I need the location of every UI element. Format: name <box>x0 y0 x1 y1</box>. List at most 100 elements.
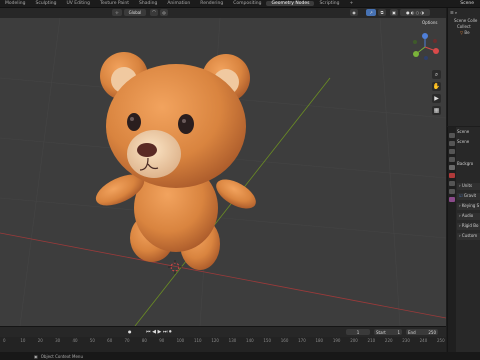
timeline-header: ● ⏮ ◀ ▶ ⏭ ⏺ 1 Start 1 End 250 <box>0 327 446 337</box>
ruler-tick-label: 50 <box>89 338 95 343</box>
world-tab-icon[interactable] <box>449 173 455 178</box>
frame-ruler[interactable]: 0 10 20 30 40 50 60 70 80 90 100 110 120 130 140 150 160… <box>0 338 446 346</box>
end-label: End <box>408 329 416 335</box>
units-section[interactable]: › Units <box>457 183 480 190</box>
background-label: Backgro <box>457 161 474 166</box>
ruler-tick-label: 30 <box>55 338 61 343</box>
ruler-tick-label: 0 <box>3 338 6 343</box>
ruler-tick-label: 220 <box>384 338 393 343</box>
ruler-tick-label: 180 <box>315 338 324 343</box>
section-label: Units <box>461 183 473 188</box>
ruler-tick-label: 130 <box>228 338 237 343</box>
viewport-scene <box>0 18 446 326</box>
teddy-bear-model[interactable] <box>91 52 260 270</box>
output-tab-icon[interactable] <box>449 149 455 154</box>
object-tab-icon[interactable] <box>449 189 455 194</box>
scene-row[interactable]: Scene <box>457 139 480 146</box>
ruler-tick-label: 90 <box>159 338 165 343</box>
properties-header-label: Scene <box>457 129 470 134</box>
orientation-label: Global <box>128 10 142 15</box>
ruler-tick-label: 250 <box>437 338 445 343</box>
xray-icon[interactable]: ▣ <box>390 9 398 16</box>
tab-rendering[interactable]: Rendering <box>195 1 228 6</box>
tab-animation[interactable]: Animation <box>162 1 195 6</box>
3d-viewport[interactable]: Options ⌕ ✋ ▶ ▦ <box>0 18 446 326</box>
section-label: Gravit <box>463 193 477 198</box>
outliner-item-scene-collection[interactable]: Scene Colle <box>454 18 477 23</box>
ruler-tick-label: 150 <box>263 338 272 343</box>
tab-compositing[interactable]: Compositing <box>228 1 266 6</box>
scene-selector[interactable]: Scene <box>460 1 480 6</box>
gizmo-toggle-icon[interactable]: ↗ <box>366 9 376 16</box>
camera-view-icon[interactable]: ▶ <box>432 94 441 103</box>
mesh-icon: ▽ <box>460 30 464 35</box>
mouse-right-icon: ▣ <box>34 353 38 359</box>
section-label: Rigid Bo <box>461 223 479 228</box>
visibility-icon[interactable]: ◉ <box>350 9 358 16</box>
scene-tab-icon[interactable] <box>449 165 455 170</box>
ruler-tick-label: 190 <box>332 338 341 343</box>
outliner-item-bear[interactable]: ▽ Be <box>460 30 470 35</box>
ruler-tick-label: 200 <box>350 338 358 343</box>
playback-controls[interactable]: ⏮ ◀ ▶ ⏭ ⏺ <box>146 329 172 335</box>
start-frame-field[interactable]: Start 1 <box>374 329 402 335</box>
options-dropdown[interactable]: Options <box>422 20 437 25</box>
ruler-tick-label: 230 <box>402 338 410 343</box>
outliner-item-label: Scene Colle <box>454 18 478 23</box>
custom-properties-section[interactable]: › Custom <box>457 233 480 240</box>
transform-pivot-icon[interactable]: ⊹ <box>112 9 122 16</box>
tab-sculpting[interactable]: Sculpting <box>30 1 61 6</box>
start-label: Start <box>376 329 386 335</box>
view-layer-tab-icon[interactable] <box>449 157 455 162</box>
workspace-tabs-bar: Modeling Sculpting UV Editing Texture Pa… <box>0 0 480 8</box>
snap-icon[interactable]: ⌒ <box>150 9 158 16</box>
ruler-tick-label: 60 <box>107 338 113 343</box>
keying-sets-section[interactable]: › Keying S <box>457 203 480 210</box>
ruler-tick-label: 210 <box>367 338 376 343</box>
section-label: Audio <box>461 213 474 218</box>
gravity-section[interactable]: ☑ Gravit <box>457 193 480 200</box>
transform-orientation-dropdown[interactable]: Global <box>124 9 146 16</box>
rigid-body-section[interactable]: › Rigid Bo <box>457 223 480 230</box>
shading-mode-icons[interactable]: ● ◐ ○ ◑ <box>400 9 430 16</box>
tab-shading[interactable]: Shading <box>134 1 162 6</box>
properties-header: Scene <box>457 129 480 136</box>
checkbox-icon[interactable]: ☑ <box>459 193 463 198</box>
tab-geometry-nodes[interactable]: Geometry Nodes <box>266 1 315 6</box>
modifier-tab-icon[interactable] <box>449 197 455 202</box>
ruler-tick-label: 40 <box>72 338 78 343</box>
add-workspace-button[interactable]: + <box>344 1 358 6</box>
tab-texture-paint[interactable]: Texture Paint <box>95 1 134 6</box>
outliner-item-collection[interactable]: Collect <box>457 24 471 29</box>
outliner-filter-icon[interactable]: ☰ ⌕ <box>450 10 457 15</box>
overlay-icon[interactable]: ⧉ <box>378 9 386 16</box>
collection-tab-icon[interactable] <box>449 181 455 186</box>
proportional-edit-icon[interactable]: ◎ <box>160 9 168 16</box>
tab-scripting[interactable]: Scripting <box>314 1 344 6</box>
properties-tabs <box>448 127 456 360</box>
perspective-grid-icon[interactable]: ▦ <box>432 106 441 115</box>
end-value: 250 <box>428 329 436 335</box>
tab-uv-editing[interactable]: UV Editing <box>62 1 95 6</box>
start-value: 1 <box>397 329 400 335</box>
3d-cursor[interactable] <box>168 260 182 274</box>
scene-row-label: Scene <box>457 139 470 144</box>
pan-hand-icon[interactable]: ✋ <box>432 82 441 91</box>
navigation-gizmo[interactable] <box>410 32 440 62</box>
record-button[interactable]: ● <box>128 329 132 334</box>
end-frame-field[interactable]: End 250 <box>406 329 438 335</box>
ruler-tick-label: 20 <box>37 338 43 343</box>
background-row[interactable]: Backgro <box>457 161 480 168</box>
status-bar: ▣ Object Context Menu <box>0 352 480 360</box>
ruler-tick-label: 10 <box>20 338 26 343</box>
zoom-icon[interactable]: ⌕ <box>432 70 441 79</box>
outliner-item-label: Collect <box>457 24 471 29</box>
section-label: Custom <box>461 233 478 238</box>
tool-tab-icon[interactable] <box>449 133 455 138</box>
current-frame-field[interactable]: 1 <box>346 329 370 335</box>
x-axis-line <box>0 232 446 319</box>
render-tab-icon[interactable] <box>449 141 455 146</box>
ruler-tick-label: 110 <box>193 338 202 343</box>
audio-section[interactable]: › Audio <box>457 213 480 220</box>
tab-modeling[interactable]: Modeling <box>0 1 30 6</box>
